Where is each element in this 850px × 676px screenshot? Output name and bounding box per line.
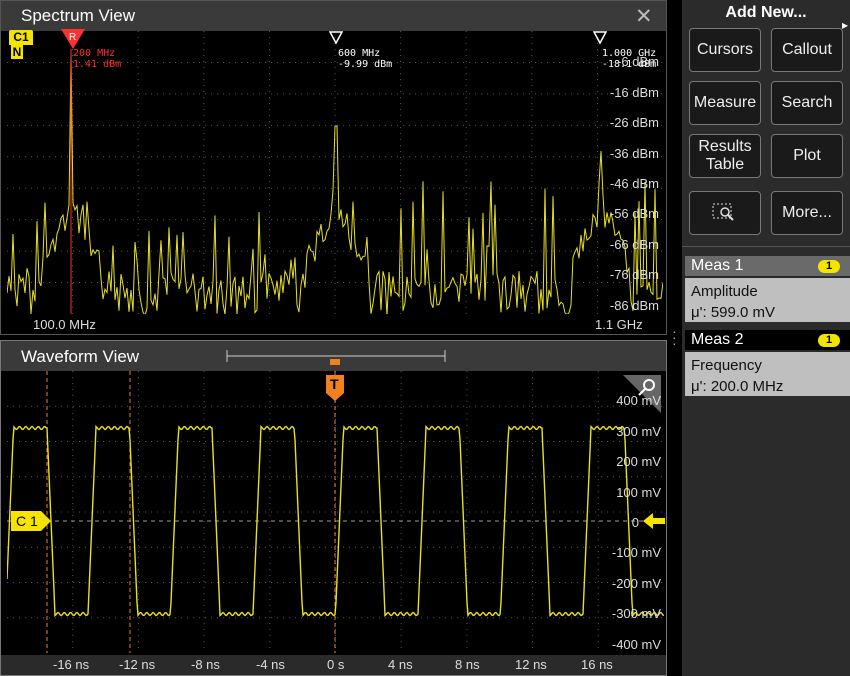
right-sidebar: Add New... ▸ Cursors Callout Measure Sea… <box>682 0 850 676</box>
wave-x-label: -4 ns <box>256 657 285 672</box>
spectrum-plot[interactable] <box>7 31 663 314</box>
meas-1-header[interactable]: Meas 1 1 <box>685 256 850 276</box>
spec-x-start: 100.0 MHz <box>33 317 96 332</box>
wave-y-label: -200 mV <box>611 576 661 591</box>
wave-y-label: -300 mV <box>611 606 661 621</box>
trigger-marker-label: T <box>330 376 339 392</box>
spec-x-end: 1.1 GHz <box>595 317 643 332</box>
ref-marker-label: R <box>69 32 77 43</box>
spec-y-label: -86 dBm <box>609 298 659 313</box>
channel-badge-sub: N <box>11 45 23 59</box>
spectrum-trace <box>7 52 663 314</box>
plot-button[interactable]: Plot <box>771 134 843 178</box>
wave-y-label: 400 mV <box>616 393 661 408</box>
meas-2-name: Meas 2 <box>691 331 744 348</box>
expand-arrow-icon[interactable]: ▸ <box>842 18 848 32</box>
spec-y-label: -16 dBm <box>609 85 659 100</box>
wave-y-label: -100 mV <box>611 545 661 560</box>
channel-1-offset-marker[interactable]: C 1 <box>11 511 51 531</box>
meas-2-body[interactable]: Frequency μ': 200.0 MHz <box>685 352 850 396</box>
wave-x-label: -12 ns <box>119 657 156 672</box>
spectrum-grid <box>7 31 663 314</box>
waveform-view-panel: Waveform View T C 1 400 mV 300 mV 200 mV… <box>0 340 667 676</box>
wave-y-label: -400 mV <box>611 637 661 652</box>
wave-y-label: 100 mV <box>616 485 661 500</box>
meas-2-header[interactable]: Meas 2 1 <box>685 330 850 350</box>
divider <box>682 246 850 247</box>
meas-1-label: Amplitude <box>691 283 758 300</box>
more-button[interactable]: More... <box>771 191 843 235</box>
wave-x-label: 12 ns <box>515 657 547 672</box>
wave-x-label: 16 ns <box>581 657 613 672</box>
marker-1-freq: 200 MHz <box>73 48 116 59</box>
spec-y-label: -76 dBm <box>609 267 659 282</box>
wave-y-label: 200 mV <box>616 454 661 469</box>
spec-y-label: -66 dBm <box>609 237 659 252</box>
panel-splitter-handle[interactable]: · · · <box>672 324 678 350</box>
meas-2-value: μ': 200.0 MHz <box>691 378 784 395</box>
wave-x-label: 8 ns <box>455 657 480 672</box>
zoom-box-icon <box>712 203 734 221</box>
spec-y-label: -6 dBm <box>617 54 659 69</box>
wave-x-label: -16 ns <box>53 657 90 672</box>
marker-triangle-icon <box>328 31 344 45</box>
wave-y-label: 0 <box>631 515 639 530</box>
spectrum-view-panel: Spectrum View ✕ C1 N R 200 MHz 1.41 dBm … <box>0 0 667 335</box>
zoom-box-button[interactable] <box>689 191 761 235</box>
channel-1-label: C 1 <box>16 513 38 529</box>
channel-badge[interactable]: C1 N <box>9 30 33 60</box>
wave-x-label: 4 ns <box>388 657 413 672</box>
callout-button[interactable]: Callout <box>771 28 843 72</box>
trigger-marker[interactable]: T <box>326 375 344 401</box>
marker-1-level: 1.41 dBm <box>73 59 122 70</box>
marker-2-freq: 600 MHz <box>338 48 381 59</box>
spec-y-label: -46 dBm <box>609 176 659 191</box>
spectrum-view-title: Spectrum View <box>21 6 136 25</box>
spec-y-label: -26 dBm <box>609 115 659 130</box>
measure-button[interactable]: Measure <box>689 81 761 125</box>
horizontal-position-bracket[interactable] <box>225 347 447 365</box>
wave-x-label: 0 s <box>327 657 345 672</box>
add-new-heading: Add New... <box>725 4 807 21</box>
search-button[interactable]: Search <box>771 81 843 125</box>
meas-2-label: Frequency <box>691 357 762 374</box>
meas-1-badge: 1 <box>818 260 840 273</box>
marker-2-readout: 600 MHz -9.99 dBm <box>338 48 392 70</box>
cursors-button[interactable]: Cursors <box>689 28 761 72</box>
spec-y-label: -56 dBm <box>609 206 659 221</box>
meas-2-badge: 1 <box>818 334 840 347</box>
spectrum-title-bar[interactable]: Spectrum View ✕ <box>1 1 666 31</box>
marker-triangle-icon <box>592 31 608 45</box>
meas-1-body[interactable]: Amplitude μ': 599.0 mV <box>685 278 850 322</box>
waveform-plot[interactable] <box>7 371 664 653</box>
marker-1-readout: 200 MHz 1.41 dBm <box>73 48 121 70</box>
wave-x-label: -8 ns <box>191 657 220 672</box>
results-table-button[interactable]: Results Table <box>689 134 761 178</box>
wave-y-label: 300 mV <box>616 424 661 439</box>
channel-badge-label: C1 <box>9 30 33 45</box>
spec-y-label: -36 dBm <box>609 146 659 161</box>
waveform-time-axis: -16 ns -12 ns -8 ns -4 ns 0 s 4 ns 8 ns … <box>1 655 666 675</box>
meas-1-value: μ': 599.0 mV <box>691 304 776 321</box>
trigger-level-icon[interactable] <box>643 513 665 529</box>
close-icon[interactable]: ✕ <box>635 4 653 29</box>
meas-1-name: Meas 1 <box>691 257 744 274</box>
waveform-view-title: Waveform View <box>21 347 140 366</box>
marker-2-level: -9.99 dBm <box>338 59 393 70</box>
